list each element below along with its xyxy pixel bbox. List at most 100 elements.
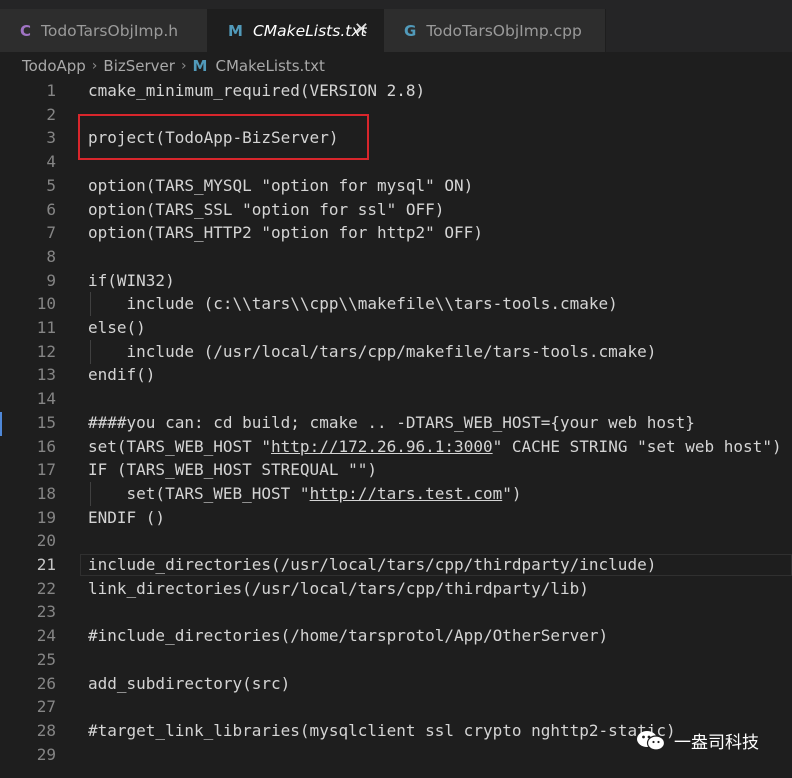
code-line[interactable]: 11 else() (0, 316, 792, 340)
line-number: 23 (36, 602, 56, 622)
code-line[interactable]: 6 option(TARS_SSL "option for ssl" OFF) (0, 198, 792, 222)
wechat-icon (637, 730, 666, 751)
line-text: ENDIF () (88, 507, 166, 527)
markdown-file-icon: M (228, 21, 243, 40)
tab-label: TodoTarsObjImp.cpp (426, 21, 582, 40)
code-segment: " CACHE STRING "set web host") (492, 436, 782, 456)
line-number: 11 (36, 318, 56, 337)
line-number: 21 (36, 555, 56, 574)
code-line[interactable]: 24 #include_directories(/home/tarsprotol/… (0, 624, 792, 648)
line-number: 28 (36, 720, 56, 740)
line-number: 12 (36, 341, 56, 361)
code-line[interactable]: 23 (0, 600, 792, 624)
line-number: 6 (46, 199, 56, 219)
code-segment: set(TARS_WEB_HOST " (88, 436, 272, 456)
markdown-file-icon: M (192, 57, 208, 75)
tab-todotarsobjimp-cpp[interactable]: G TodoTarsObjImp.cpp (384, 9, 606, 52)
line-number: 5 (46, 175, 56, 195)
line-text: else() (88, 318, 146, 337)
line-text: endif() (88, 365, 156, 385)
line-number: 17 (36, 460, 56, 480)
c-file-icon: C (20, 21, 32, 40)
gutter-change-marker (0, 412, 2, 436)
line-number: 27 (36, 697, 56, 717)
line-text: #include_directories(/home/tarsprotol/Ap… (88, 626, 609, 646)
line-text: include (c:\\tars\\cpp\\makefile\\tars-t… (88, 294, 618, 314)
code-line[interactable]: 10 include (c:\\tars\\cpp\\makefile\\tar… (0, 292, 792, 317)
line-number: 16 (36, 436, 56, 456)
line-number: 7 (46, 223, 56, 243)
breadcrumb: TodoApp › BizServer › M CMakeLists.txt (0, 52, 792, 80)
project-highlight-box (78, 114, 369, 160)
code-line[interactable]: 26 add_subdirectory(src) (0, 672, 792, 696)
line-number: 22 (36, 578, 56, 598)
line-number: 24 (36, 626, 56, 646)
code-line[interactable]: 14 (0, 387, 792, 411)
close-icon[interactable]: ✕ (354, 19, 369, 40)
code-line[interactable]: 19 ENDIF () (0, 506, 792, 530)
line-text: option(TARS_HTTP2 "option for http2" OFF… (88, 223, 483, 243)
cpp-file-icon: G (404, 21, 417, 40)
tab-label: TodoTarsObjImp.h (41, 21, 179, 40)
line-number: 14 (36, 389, 56, 409)
line-text: include_directories(/usr/local/tars/cpp/… (88, 555, 657, 574)
breadcrumb-item-todoapp[interactable]: TodoApp (22, 57, 86, 75)
code-line[interactable]: 18 set(TARS_WEB_HOST "http://tars.test.c… (0, 481, 792, 506)
line-text: link_directories(/usr/local/tars/cpp/thi… (88, 578, 589, 598)
code-line[interactable]: 17 IF (TARS_WEB_HOST STREQUAL "") (0, 458, 792, 482)
line-text: add_subdirectory(src) (88, 673, 291, 693)
line-text: #target_link_libraries(mysqlclient ssl c… (88, 720, 676, 740)
line-number: 29 (36, 744, 56, 764)
line-text: ####you can: cd build; cmake .. -DTARS_W… (88, 412, 695, 432)
line-text: option(TARS_SSL "option for ssl" OFF) (88, 199, 445, 219)
breadcrumb-item-file[interactable]: CMakeLists.txt (215, 57, 324, 75)
line-number: 9 (46, 270, 56, 290)
line-text: include (/usr/local/tars/cpp/makefile/ta… (88, 341, 657, 361)
watermark-text: 一盎司科技 (674, 733, 759, 753)
line-number: 18 (36, 483, 56, 503)
tab-todotarsobjimp-h[interactable]: C TodoTarsObjImp.h (0, 9, 208, 52)
line-number: 10 (36, 294, 56, 314)
code-line[interactable]: 22 link_directories(/usr/local/tars/cpp/t… (0, 577, 792, 601)
indent-guide (90, 292, 91, 317)
line-text: IF (TARS_WEB_HOST STREQUAL "") (88, 460, 377, 480)
breadcrumb-item-bizserver[interactable]: BizServer (103, 57, 175, 75)
indent-guide (90, 481, 91, 506)
line-number: 8 (46, 246, 56, 266)
tab-cmakelists-txt[interactable]: M CMakeLists.txt ✕ (208, 9, 384, 52)
url-link[interactable]: http://tars.test.com (310, 484, 503, 503)
line-number: 4 (46, 152, 56, 172)
line-number: 2 (46, 104, 56, 124)
line-text: option(TARS_MYSQL "option for mysql" ON) (88, 175, 474, 195)
code-editor[interactable]: 1 cmake_minimum_required(VERSION 2.8) 2 3 pr… (0, 79, 792, 778)
line-number: 1 (46, 81, 56, 100)
code-line[interactable]: 27 (0, 695, 792, 719)
indent-guide (90, 339, 91, 364)
tab-bar: C TodoTarsObjImp.h M CMakeLists.txt ✕ G … (0, 0, 792, 52)
code-line[interactable]: 13 endif() (0, 363, 792, 387)
code-line[interactable]: 16 set(TARS_WEB_HOST "http://172.26.96.1:… (0, 435, 792, 459)
code-line[interactable]: 1 cmake_minimum_required(VERSION 2.8) (0, 79, 792, 103)
line-text: set(TARS_WEB_HOST "http://172.26.96.1:30… (88, 435, 782, 459)
code-line[interactable]: 9 if(WIN32) (0, 269, 792, 293)
code-segment: set(TARS_WEB_HOST " (88, 483, 310, 503)
code-line[interactable]: 25 (0, 648, 792, 672)
chevron-right-icon: › (180, 58, 187, 74)
line-number: 26 (36, 673, 56, 693)
code-segment: ") (502, 483, 522, 503)
line-number: 20 (36, 531, 56, 551)
line-number: 25 (36, 649, 56, 669)
url-link[interactable]: http://172.26.96.1:3000 (271, 437, 493, 456)
code-line[interactable]: 21 include_directories(/usr/local/tars/cp… (0, 553, 792, 577)
code-line[interactable]: 20 (0, 529, 792, 553)
line-number: 3 (46, 128, 56, 148)
line-text: set(TARS_WEB_HOST "http://tars.test.com"… (88, 482, 522, 506)
line-number: 13 (36, 365, 56, 385)
code-line[interactable]: 12 include (/usr/local/tars/cpp/makefile… (0, 339, 792, 364)
code-line[interactable]: 7 option(TARS_HTTP2 "option for http2" OF… (0, 221, 792, 245)
code-line[interactable]: 5 option(TARS_MYSQL "option for mysql" ON… (0, 174, 792, 198)
code-line[interactable]: 8 (0, 245, 792, 269)
line-text: cmake_minimum_required(VERSION 2.8) (88, 81, 426, 100)
line-number: 15 (36, 412, 56, 432)
code-line[interactable]: 15 ####you can: cd build; cmake .. -DTARS… (0, 411, 792, 435)
